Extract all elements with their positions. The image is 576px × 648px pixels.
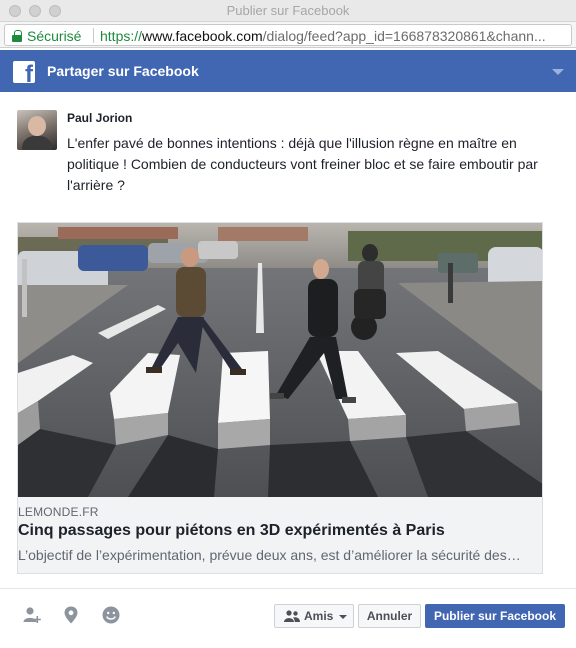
tag-friends-icon[interactable] [22, 605, 42, 625]
avatar [17, 110, 57, 150]
security-label: Sécurisé [27, 28, 82, 44]
chevron-down-icon[interactable] [552, 69, 564, 75]
preview-title[interactable]: Cinq passages pour piétons en 3D expérim… [18, 522, 445, 540]
url-field[interactable]: Sécurisé https://www.facebook.com/dialog… [4, 24, 572, 46]
preview-image [18, 223, 542, 497]
url-scheme: https:// [100, 28, 143, 44]
link-preview-card[interactable]: LEMONDE.FR Cinq passages pour piétons en… [17, 222, 543, 574]
status-text-input[interactable]: L'enfer pavé de bonnes intentions : déjà… [67, 133, 555, 196]
preview-description: L’objectif de l’expérimentation, prévue … [18, 547, 521, 563]
cancel-button[interactable]: Annuler [358, 604, 421, 628]
window-titlebar: Publier sur Facebook [0, 0, 576, 22]
window-title: Publier sur Facebook [226, 3, 350, 18]
url-host: www.facebook.com [142, 28, 263, 44]
author-name[interactable]: Paul Jorion [67, 111, 132, 125]
footer-divider [0, 588, 576, 589]
audience-selector-button[interactable]: Amis [274, 604, 354, 628]
dialog-title: Partager sur Facebook [47, 63, 199, 79]
publish-button[interactable]: Publier sur Facebook [425, 604, 565, 628]
location-pin-icon[interactable] [61, 605, 81, 625]
lock-icon [12, 30, 22, 42]
audience-label: Amis [304, 609, 334, 623]
friends-icon [284, 610, 300, 622]
facebook-logo-icon: f [13, 61, 35, 83]
emoji-icon[interactable] [101, 605, 121, 625]
url-path: /dialog/feed?app_id=166878320861&chann..… [262, 28, 546, 44]
address-separator [93, 28, 94, 43]
dialog-header: f Partager sur Facebook [0, 50, 576, 92]
address-bar: Sécurisé https://www.facebook.com/dialog… [0, 22, 576, 48]
chevron-down-icon [339, 615, 347, 619]
preview-domain: LEMONDE.FR [18, 505, 99, 519]
url-text[interactable]: https://www.facebook.com/dialog/feed?app… [100, 28, 546, 44]
